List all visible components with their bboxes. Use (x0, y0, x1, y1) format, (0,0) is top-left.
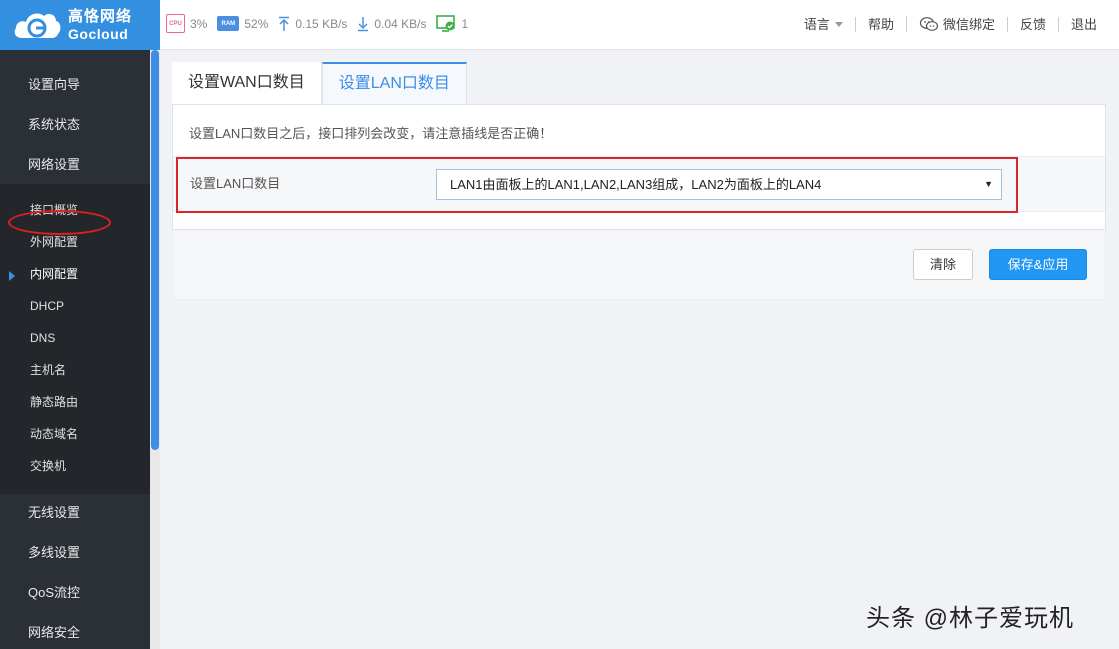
cpu-icon: CPU (166, 14, 185, 33)
sidebar-item-qos[interactable]: QoS流控 (0, 573, 150, 613)
clear-button[interactable]: 清除 (913, 249, 973, 280)
sidebar: 设置向导 系统状态 网络设置 接口概览 外网配置 内网配置 DHCP DNS 主… (0, 50, 160, 649)
watermark-text: 头条 @林子爱玩机 (866, 605, 1075, 632)
cloud-logo-icon (12, 8, 62, 42)
status-bar: CPU 3% RAM 52% 0.15 KB/s 0.04 KB/s 1 (166, 14, 478, 33)
sidebar-item-wireless[interactable]: 无线设置 (0, 493, 150, 533)
cpu-value: 3% (190, 16, 208, 31)
active-indicator-icon (9, 271, 15, 281)
top-bar: 高恪网络 Gocloud CPU 3% RAM 52% 0.15 KB/s 0.… (0, 0, 1119, 50)
ram-usage: RAM 52% (217, 16, 268, 31)
download-arrow-icon (358, 16, 369, 31)
sidebar-item-dhcp[interactable]: DHCP (0, 290, 150, 322)
sidebar-item-multi-line[interactable]: 多线设置 (0, 533, 150, 573)
tab-lan-count[interactable]: 设置LAN口数目 (321, 62, 467, 104)
ram-value: 52% (244, 16, 269, 31)
logout-link[interactable]: 退出 (1057, 16, 1109, 32)
sidebar-item-system-status[interactable]: 系统状态 (0, 105, 150, 145)
cpu-usage: CPU 3% (166, 14, 207, 33)
sidebar-scrollbar-thumb[interactable] (151, 50, 159, 450)
online-devices: 1 (436, 14, 469, 33)
chevron-down-icon (834, 21, 843, 27)
sidebar-item-switch[interactable]: 交换机 (0, 450, 150, 482)
highlight-box-annotation (176, 157, 1018, 213)
download-speed: 0.04 KB/s (357, 16, 426, 32)
download-value: 0.04 KB/s (374, 16, 427, 31)
highlight-oval-annotation (8, 210, 111, 235)
tab-wan-count[interactable]: 设置WAN口数目 (172, 62, 322, 104)
upload-speed: 0.15 KB/s (278, 16, 347, 32)
wechat-icon (919, 17, 939, 31)
help-link[interactable]: 帮助 (854, 16, 906, 32)
feedback-link[interactable]: 反馈 (1006, 16, 1058, 32)
action-bar: 清除 保存&应用 (172, 230, 1106, 300)
warning-notice: 设置LAN口数目之后，接口排列会改变，请注意插线是否正确！ (189, 126, 553, 141)
sidebar-item-security[interactable]: 网络安全 (0, 613, 150, 649)
sidebar-item-setup-wizard[interactable]: 设置向导 (0, 65, 150, 105)
sidebar-item-network-settings[interactable]: 网络设置 (0, 145, 150, 185)
brand-name-cn: 高恪网络 (68, 8, 133, 25)
upload-value: 0.15 KB/s (295, 16, 348, 31)
sidebar-item-dns[interactable]: DNS (0, 322, 150, 354)
sidebar-item-hostname[interactable]: 主机名 (0, 354, 150, 386)
wechat-bind-link[interactable]: 微信绑定 (905, 16, 1007, 32)
language-menu[interactable]: 语言 (792, 17, 855, 32)
sidebar-item-static-route[interactable]: 静态路由 (0, 386, 150, 418)
monitor-check-icon (436, 14, 456, 32)
brand-logo[interactable]: 高恪网络 Gocloud (0, 0, 160, 50)
top-nav: 语言 帮助 微信绑定 反馈 退出 (792, 16, 1109, 32)
tab-bar: 设置WAN口数目 设置LAN口数目 (172, 62, 467, 104)
sidebar-item-lan-config[interactable]: 内网配置 (0, 258, 150, 290)
upload-arrow-icon (279, 16, 290, 31)
brand-name-en: Gocloud (68, 26, 129, 42)
save-apply-button[interactable]: 保存&应用 (989, 249, 1087, 280)
devices-value: 1 (461, 16, 469, 31)
ram-icon: RAM (217, 16, 240, 31)
sidebar-item-ddns[interactable]: 动态域名 (0, 418, 150, 450)
